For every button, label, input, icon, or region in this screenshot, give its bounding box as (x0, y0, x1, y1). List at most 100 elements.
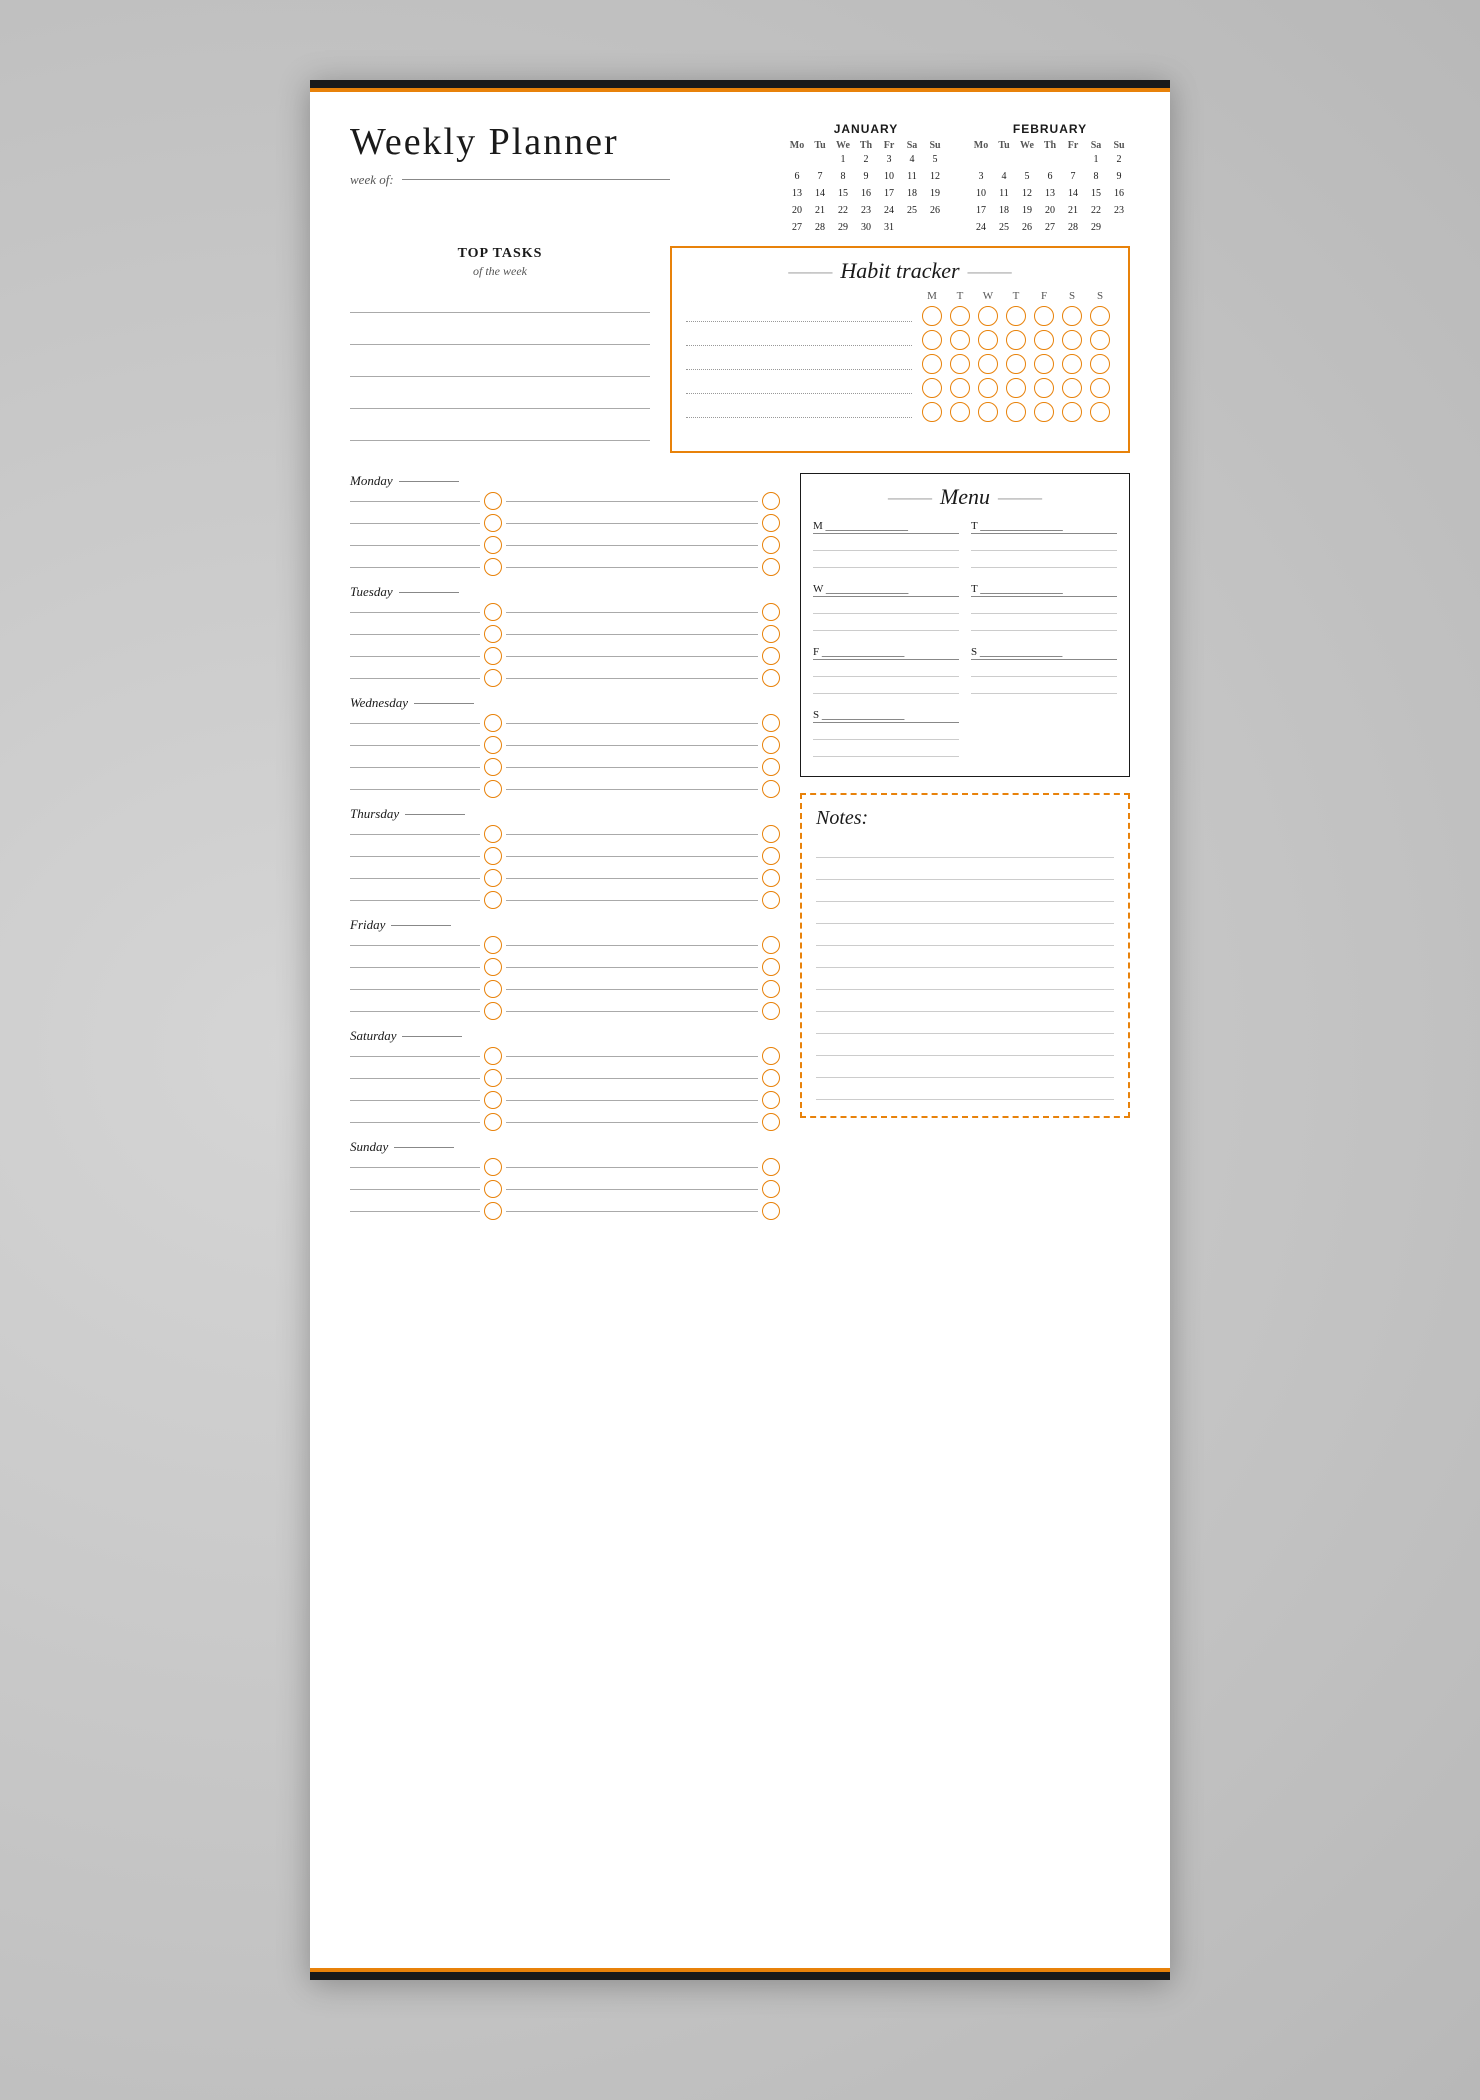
sun-left-1[interactable] (350, 1167, 480, 1168)
tue-circle-r-4[interactable] (762, 669, 780, 687)
habit-circle-5-5[interactable] (1034, 402, 1054, 422)
task-line-3[interactable] (350, 357, 650, 377)
menu-s1-line-2[interactable] (971, 680, 1117, 694)
mon-right-3[interactable] (506, 545, 758, 546)
habit-circle-2-1[interactable] (922, 330, 942, 350)
sat-left-2[interactable] (350, 1078, 480, 1079)
tue-right-1[interactable] (506, 612, 758, 613)
habit-circle-4-6[interactable] (1062, 378, 1082, 398)
wed-left-3[interactable] (350, 767, 480, 768)
habit-circle-4-1[interactable] (922, 378, 942, 398)
fri-right-4[interactable] (506, 1011, 758, 1012)
note-line-2[interactable] (816, 862, 1114, 880)
habit-circle-4-2[interactable] (950, 378, 970, 398)
note-line-1[interactable] (816, 840, 1114, 858)
tue-circle-r-2[interactable] (762, 625, 780, 643)
sun-right-3[interactable] (506, 1211, 758, 1212)
note-line-6[interactable] (816, 950, 1114, 968)
wed-circle-4[interactable] (484, 780, 502, 798)
habit-circle-1-1[interactable] (922, 306, 942, 326)
menu-s1-line-1[interactable] (971, 663, 1117, 677)
habit-circle-4-3[interactable] (978, 378, 998, 398)
thu-right-3[interactable] (506, 878, 758, 879)
mon-circle-3[interactable] (484, 536, 502, 554)
note-line-7[interactable] (816, 972, 1114, 990)
tue-circle-r-3[interactable] (762, 647, 780, 665)
fri-right-2[interactable] (506, 967, 758, 968)
thu-circle-4[interactable] (484, 891, 502, 909)
habit-dots-5[interactable] (686, 406, 912, 418)
wed-circle-r-4[interactable] (762, 780, 780, 798)
sat-right-3[interactable] (506, 1100, 758, 1101)
mon-circle-1[interactable] (484, 492, 502, 510)
menu-f-line-1[interactable] (813, 663, 959, 677)
fri-circle-2[interactable] (484, 958, 502, 976)
note-line-4[interactable] (816, 906, 1114, 924)
fri-left-1[interactable] (350, 945, 480, 946)
wed-circle-1[interactable] (484, 714, 502, 732)
mon-left-4[interactable] (350, 567, 480, 568)
sat-circle-r-3[interactable] (762, 1091, 780, 1109)
task-line-2[interactable] (350, 325, 650, 345)
habit-circle-1-7[interactable] (1090, 306, 1110, 326)
fri-circle-1[interactable] (484, 936, 502, 954)
thu-circle-r-4[interactable] (762, 891, 780, 909)
menu-s2-line-2[interactable] (813, 743, 959, 757)
habit-circle-5-4[interactable] (1006, 402, 1026, 422)
note-line-5[interactable] (816, 928, 1114, 946)
sun-circle-3[interactable] (484, 1202, 502, 1220)
fri-right-1[interactable] (506, 945, 758, 946)
sat-right-2[interactable] (506, 1078, 758, 1079)
habit-circle-3-6[interactable] (1062, 354, 1082, 374)
thu-circle-r-3[interactable] (762, 869, 780, 887)
thu-right-4[interactable] (506, 900, 758, 901)
note-line-8[interactable] (816, 994, 1114, 1012)
habit-circle-1-3[interactable] (978, 306, 998, 326)
tue-left-1[interactable] (350, 612, 480, 613)
habit-circle-5-1[interactable] (922, 402, 942, 422)
habit-circle-2-3[interactable] (978, 330, 998, 350)
mon-circle-4[interactable] (484, 558, 502, 576)
menu-w-line-2[interactable] (813, 617, 959, 631)
habit-circle-1-2[interactable] (950, 306, 970, 326)
wed-right-4[interactable] (506, 789, 758, 790)
note-line-9[interactable] (816, 1016, 1114, 1034)
note-line-10[interactable] (816, 1038, 1114, 1056)
sat-circle-r-4[interactable] (762, 1113, 780, 1131)
habit-circle-3-5[interactable] (1034, 354, 1054, 374)
wed-right-2[interactable] (506, 745, 758, 746)
sun-circle-r-2[interactable] (762, 1180, 780, 1198)
habit-circle-1-5[interactable] (1034, 306, 1054, 326)
wed-right-1[interactable] (506, 723, 758, 724)
habit-circle-5-2[interactable] (950, 402, 970, 422)
fri-right-3[interactable] (506, 989, 758, 990)
thu-circle-2[interactable] (484, 847, 502, 865)
habit-dots-1[interactable] (686, 310, 912, 322)
mon-left-2[interactable] (350, 523, 480, 524)
task-line-1[interactable] (350, 293, 650, 313)
fri-left-3[interactable] (350, 989, 480, 990)
tue-circle-r-1[interactable] (762, 603, 780, 621)
menu-t2-line-1[interactable] (971, 600, 1117, 614)
mon-circle-r-2[interactable] (762, 514, 780, 532)
menu-t2-line-2[interactable] (971, 617, 1117, 631)
sat-circle-3[interactable] (484, 1091, 502, 1109)
thu-circle-1[interactable] (484, 825, 502, 843)
menu-m-line-2[interactable] (813, 554, 959, 568)
menu-t1-line-2[interactable] (971, 554, 1117, 568)
sun-left-2[interactable] (350, 1189, 480, 1190)
note-line-11[interactable] (816, 1060, 1114, 1078)
mon-circle-r-4[interactable] (762, 558, 780, 576)
sun-right-1[interactable] (506, 1167, 758, 1168)
wed-circle-r-1[interactable] (762, 714, 780, 732)
tue-circle-3[interactable] (484, 647, 502, 665)
tue-right-4[interactable] (506, 678, 758, 679)
sat-right-1[interactable] (506, 1056, 758, 1057)
habit-circle-3-2[interactable] (950, 354, 970, 374)
menu-m-line-1[interactable] (813, 537, 959, 551)
sun-right-2[interactable] (506, 1189, 758, 1190)
sat-left-1[interactable] (350, 1056, 480, 1057)
habit-circle-3-3[interactable] (978, 354, 998, 374)
sun-circle-1[interactable] (484, 1158, 502, 1176)
habit-dots-3[interactable] (686, 358, 912, 370)
